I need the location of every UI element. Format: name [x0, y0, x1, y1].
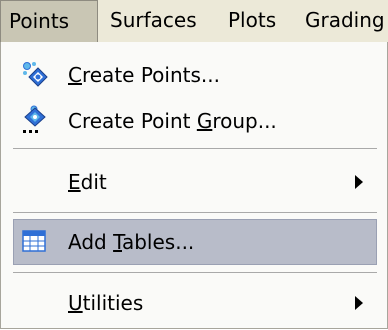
menu-separator: [13, 148, 377, 149]
menu-item-label: Edit: [68, 170, 107, 194]
menu-item-label: Add Tables...: [68, 230, 195, 254]
menu-item-label: Utilities: [68, 291, 144, 315]
application-window: Points Surfaces Plots Grading Create Poi…: [0, 0, 388, 330]
menu-item-edit[interactable]: Edit: [1, 159, 387, 205]
submenu-arrow-icon: [355, 296, 363, 310]
menu-separator: [13, 272, 377, 273]
menubar-item-plots[interactable]: Plots: [228, 0, 276, 42]
menu-item-label: Create Point Group...: [68, 109, 277, 133]
menubar-item-points[interactable]: Points: [0, 0, 98, 42]
create-points-icon: [21, 60, 51, 90]
menu-item-create-point-group[interactable]: Create Point Group...: [1, 98, 387, 144]
submenu-arrow-icon: [355, 175, 363, 189]
menu-item-label: Create Points...: [68, 63, 220, 87]
points-dropdown-menu: Create Points... Create Point Group... E…: [0, 42, 388, 329]
menubar-item-grading[interactable]: Grading: [305, 0, 385, 42]
table-icon: [22, 230, 52, 260]
menubar-item-surfaces[interactable]: Surfaces: [110, 0, 197, 42]
menu-bar: Points Surfaces Plots Grading: [0, 0, 388, 43]
menu-separator: [13, 212, 377, 213]
menu-item-add-tables[interactable]: Add Tables...: [13, 219, 377, 265]
create-point-group-icon: [21, 104, 51, 134]
menu-item-utilities[interactable]: Utilities: [1, 280, 387, 326]
menu-item-create-points[interactable]: Create Points...: [1, 52, 387, 98]
